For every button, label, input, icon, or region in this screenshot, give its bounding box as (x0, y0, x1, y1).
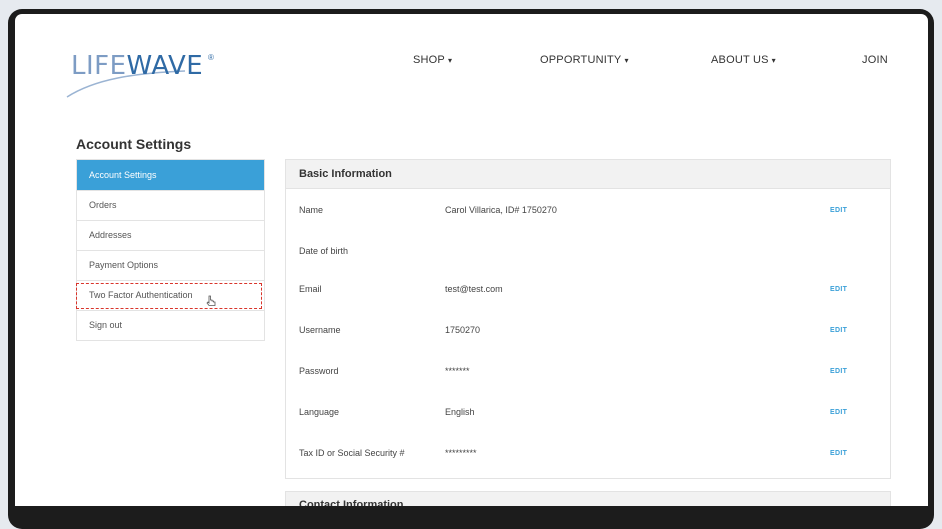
logo-text-dark: WAVE (126, 51, 204, 81)
logo-text-light: LIFE (71, 51, 127, 81)
sidebar-item-label: Account Settings (89, 170, 157, 180)
caret-down-icon: ▾ (771, 56, 776, 65)
basic-information-panel: Basic Information Name Carol Villarica, … (285, 159, 891, 479)
nav-join[interactable]: JOIN (862, 54, 888, 66)
info-row-name: Name Carol Villarica, ID# 1750270 EDIT (286, 205, 890, 225)
row-label: Username (299, 325, 341, 335)
nav-join-label: JOIN (862, 54, 888, 66)
page-title: Account Settings (76, 136, 192, 152)
row-label: Tax ID or Social Security # (299, 448, 405, 458)
nav-opportunity-label: OPPORTUNITY (540, 54, 622, 66)
sidebar-item-payment-options[interactable]: Payment Options (77, 251, 264, 281)
sidebar-item-label: Payment Options (89, 260, 159, 270)
info-row-tax-id: Tax ID or Social Security # ********* ED… (286, 448, 890, 468)
nav-shop[interactable]: SHOP ▾ (413, 54, 452, 66)
row-value: ********* (445, 448, 477, 458)
sidebar-item-orders[interactable]: Orders (77, 191, 264, 221)
edit-tax-id-link[interactable]: EDIT (830, 450, 847, 457)
caret-down-icon: ▾ (447, 56, 453, 65)
row-value: ******* (445, 366, 470, 376)
sidebar-item-sign-out[interactable]: Sign out (77, 311, 264, 340)
row-value: test@test.com (445, 284, 503, 294)
nav-about-us[interactable]: ABOUT US ▾ (711, 54, 776, 66)
info-row-language: Language English EDIT (286, 407, 890, 427)
edit-username-link[interactable]: EDIT (830, 327, 847, 334)
info-row-date-of-birth: Date of birth (286, 246, 890, 266)
account-sidebar: Account Settings Orders Addresses Paymen… (76, 159, 265, 341)
row-label: Email (299, 284, 322, 294)
panel-title: Contact Information (299, 499, 404, 506)
sidebar-item-label: Sign out (89, 320, 123, 330)
sidebar-item-label: Addresses (89, 230, 132, 240)
hand-pointer-icon (206, 295, 216, 306)
info-row-email: Email test@test.com EDIT (286, 284, 890, 304)
info-row-username: Username 1750270 EDIT (286, 325, 890, 345)
edit-language-link[interactable]: EDIT (830, 409, 847, 416)
edit-password-link[interactable]: EDIT (830, 368, 847, 375)
info-row-password: Password ******* EDIT (286, 366, 890, 386)
row-label: Password (299, 366, 339, 376)
logo-text: LIFEWAVE (71, 51, 203, 81)
lifewave-logo[interactable]: LIFEWAVE ® (65, 37, 225, 107)
nav-opportunity[interactable]: OPPORTUNITY ▾ (540, 54, 629, 66)
sidebar-item-addresses[interactable]: Addresses (77, 221, 264, 251)
row-label: Language (299, 407, 340, 417)
sidebar-item-two-factor-authentication[interactable]: Two Factor Authentication (76, 281, 264, 311)
logo-registered-mark: ® (208, 53, 214, 62)
edit-name-link[interactable]: EDIT (830, 207, 847, 214)
row-value: Carol Villarica, ID# 1750270 (445, 205, 557, 215)
row-value: English (445, 407, 475, 417)
row-label: Date of birth (299, 246, 349, 256)
caret-down-icon: ▾ (624, 56, 629, 65)
nav-about-us-label: ABOUT US (711, 54, 769, 66)
contact-information-panel: Contact Information (285, 491, 891, 506)
browser-viewport: LIFEWAVE ® SHOP ▾ OPPORTUNITY ▾ ABOUT US ▾ … (15, 14, 928, 506)
nav-shop-label: SHOP (413, 54, 445, 66)
sidebar-item-account-settings[interactable]: Account Settings (77, 160, 264, 191)
edit-email-link[interactable]: EDIT (830, 286, 847, 293)
panel-title: Basic Information (286, 160, 890, 189)
highlight-box (76, 283, 262, 309)
sidebar-item-label: Orders (89, 200, 117, 210)
row-value: 1750270 (445, 325, 481, 335)
row-label: Name (299, 205, 324, 215)
